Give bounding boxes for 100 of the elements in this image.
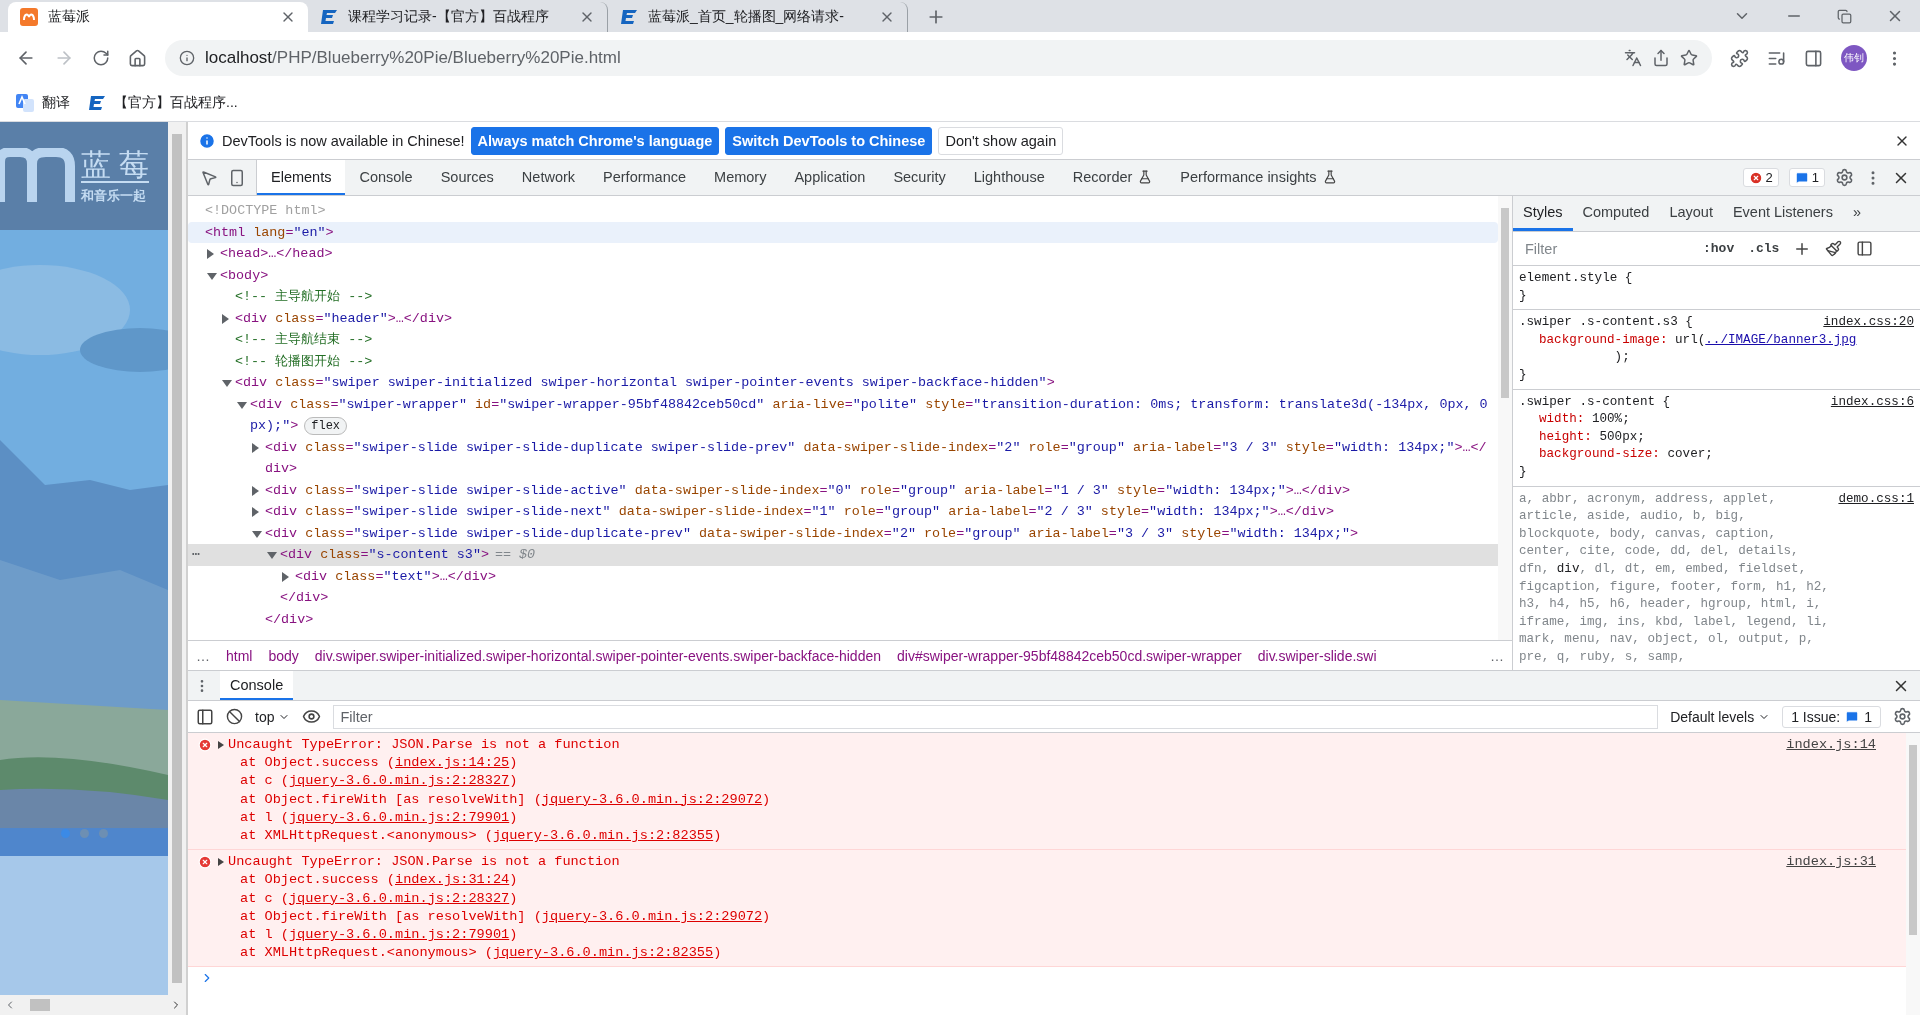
settings-icon[interactable] [1893,707,1912,726]
reload-icon[interactable] [92,49,110,67]
infobar-button[interactable]: Don't show again [938,126,1064,155]
settings-icon[interactable] [1835,168,1854,187]
bookmark-link[interactable]: 【官方】百战程序... [114,93,238,112]
dom-node-line[interactable]: <div class="swiper swiper-initialized swiper-horizontal swiper-pointer-events swiper-backface-hidden"> [188,372,1498,394]
dom-node-line[interactable]: <head>…</head> [188,243,1498,265]
flex-badge[interactable]: flex [304,417,348,435]
browser-tab[interactable]: 蓝莓派 [8,2,308,32]
source-link[interactable]: index.js:31 [1786,853,1876,872]
inspect-element-icon[interactable] [200,168,218,187]
issues-button[interactable]: 1 Issue: 1 [1782,705,1881,728]
panel-tab[interactable]: Lighthouse [959,160,1059,195]
console-filter-field[interactable]: Filter [333,704,1659,729]
share-icon[interactable] [1652,49,1670,67]
clear-console-icon[interactable] [226,708,243,725]
source-link[interactable]: jquery-3.6.0.min.js:2:28327 [288,890,510,906]
source-link[interactable]: jquery-3.6.0.min.js:2:82355 [492,945,714,961]
expand-arrow-icon[interactable] [252,507,259,517]
expand-arrow-icon[interactable] [282,571,289,582]
expand-arrow-icon[interactable] [252,442,259,453]
expand-arrow-icon[interactable] [207,249,214,259]
info-icon[interactable] [179,50,195,66]
issue-counter[interactable]: 1 [1788,168,1825,187]
paintbrush-icon[interactable] [1825,240,1843,257]
breadcrumb-overflow[interactable]: … [196,647,210,664]
sidebar-tab[interactable]: Styles [1513,196,1573,231]
dom-node-line[interactable]: <div class="swiper-wrapper" id="swiper-wrapper-95bf48842ceb50cd" aria-live="polite" style="transition-duration: 0ms; transform: translate3d(-134px, 0px, 0px);"> flex [188,393,1498,437]
infobar-button[interactable]: Switch DevTools to Chinese [725,126,933,155]
side-panel-icon[interactable] [1804,48,1823,68]
carousel-dot[interactable] [98,829,108,838]
horizontal-scrollbar[interactable] [0,995,186,1015]
panel-tab[interactable]: Elements [257,160,346,195]
hover-state-toggle[interactable]: :hov [1703,241,1735,256]
extensions-icon[interactable] [1730,48,1749,68]
source-link[interactable]: index.js:14 [1786,736,1876,755]
live-expression-icon[interactable] [302,707,322,726]
bookmark-star-icon[interactable] [1680,49,1698,67]
breadcrumb-item[interactable]: div.swiper.swiper-initialized.swiper-horizontal.swiper-pointer-events.swiper-backface-hidden [314,647,881,664]
source-link[interactable]: jquery-3.6.0.min.js:2:79901 [288,927,510,943]
breadcrumb-overflow[interactable]: … [1490,647,1504,664]
rule-source-link[interactable]: index.css:20 [1823,314,1914,332]
expand-arrow-icon[interactable] [252,485,259,496]
console-sidebar-icon[interactable] [196,707,214,726]
sidebar-toggle-icon[interactable] [1856,240,1874,257]
class-toggle[interactable]: .cls [1748,241,1780,256]
css-declaration[interactable]: width: 100%; [1519,411,1914,429]
panel-tab[interactable]: Network [507,160,590,195]
source-link[interactable]: jquery-3.6.0.min.js:2:82355 [492,828,714,843]
expand-arrow-icon[interactable] [267,552,277,559]
expand-arrow-icon[interactable] [252,530,262,538]
rule-source-link[interactable]: demo.css:1 [1838,490,1914,509]
address-bar[interactable]: localhost/PHP/Blueberry%20Pie/Blueberry%20Pie.html [165,40,1712,76]
context-select[interactable]: top [255,708,291,725]
breadcrumb-item[interactable]: body [268,647,299,664]
panel-tab[interactable]: Recorder [1058,160,1167,195]
closing-tag-line[interactable]: </div> [188,587,1498,609]
sidebar-tab[interactable]: Event Listeners [1722,196,1843,231]
scrollbar-thumb[interactable] [1501,208,1509,398]
restore-icon[interactable] [1837,8,1852,24]
panel-tab[interactable]: Memory [700,160,781,195]
dom-node-line[interactable]: <!-- 主导航结束 --> [188,329,1498,351]
source-link[interactable]: jquery-3.6.0.min.js:2:79901 [288,809,510,825]
dom-node-line[interactable]: <!-- 轮播图开始 --> [188,350,1498,372]
source-link[interactable]: jquery-3.6.0.min.js:2:28327 [288,773,510,789]
panel-tab[interactable]: Application [780,160,880,195]
css-declaration[interactable]: height: 500px; [1519,428,1914,447]
bookmark-link[interactable]: 翻译 [42,93,70,112]
infobar-button[interactable]: Always match Chrome's language [470,126,720,155]
sidebar-tab[interactable]: Computed [1572,196,1660,231]
expand-arrow-icon[interactable] [222,380,232,387]
error-counter[interactable]: 2 [1742,168,1779,187]
dom-node-line[interactable]: <div class="swiper-slide swiper-slide-active" data-swiper-slide-index="0" role="group" aria-label="1 / 3" style="width: 134px;">…</div> [188,479,1498,501]
dom-node-line[interactable]: <body> [188,264,1498,286]
source-link[interactable]: jquery-3.6.0.min.js:2:29072 [541,791,763,807]
dom-node-line[interactable]: <div class="swiper-slide swiper-slide-duplicate swiper-slide-prev" data-swiper-slide-index="2" role="group" aria-label="3 / 3" style="width: 134px;">…</div> [188,436,1498,480]
panel-tab[interactable]: Sources [426,160,508,195]
more-tabs-button[interactable]: » [1842,196,1871,231]
dom-node-line[interactable]: <div class="swiper-slide swiper-slide-duplicate-prev" data-swiper-slide-index="2" role="group" aria-label="3 / 3" style="width: 134px;"> [188,522,1498,544]
dom-node-line[interactable]: <div class="header">…</div> [188,307,1498,329]
source-link[interactable]: index.js:14:25 [395,755,510,771]
vertical-scrollbar[interactable] [1498,196,1512,640]
css-declaration[interactable]: background-size: cover; [1519,446,1914,464]
css-declaration[interactable]: background-image: url(../IMAGE/banner3.jpg ); [1519,331,1914,367]
rule-source-link[interactable]: index.css:6 [1830,393,1914,412]
translate-icon[interactable] [1624,49,1642,67]
carousel-dot[interactable] [60,829,70,838]
panel-tab[interactable]: Console [345,160,427,195]
sidebar-tab[interactable]: Layout [1659,196,1723,231]
expand-arrow-icon[interactable] [237,401,247,409]
panel-tab[interactable]: Performance [589,160,701,195]
device-toolbar-icon[interactable] [228,168,246,187]
expand-arrow-icon[interactable] [207,272,217,280]
source-link[interactable]: index.js:31:24 [395,872,510,888]
scrollbar-thumb[interactable] [1909,745,1917,935]
expand-arrow-icon[interactable] [218,858,224,867]
drawer-tab[interactable]: Console [220,671,294,700]
vertical-scrollbar[interactable] [1906,733,1920,1015]
home-icon[interactable] [128,48,147,68]
log-levels-select[interactable]: Default levels [1670,708,1771,725]
